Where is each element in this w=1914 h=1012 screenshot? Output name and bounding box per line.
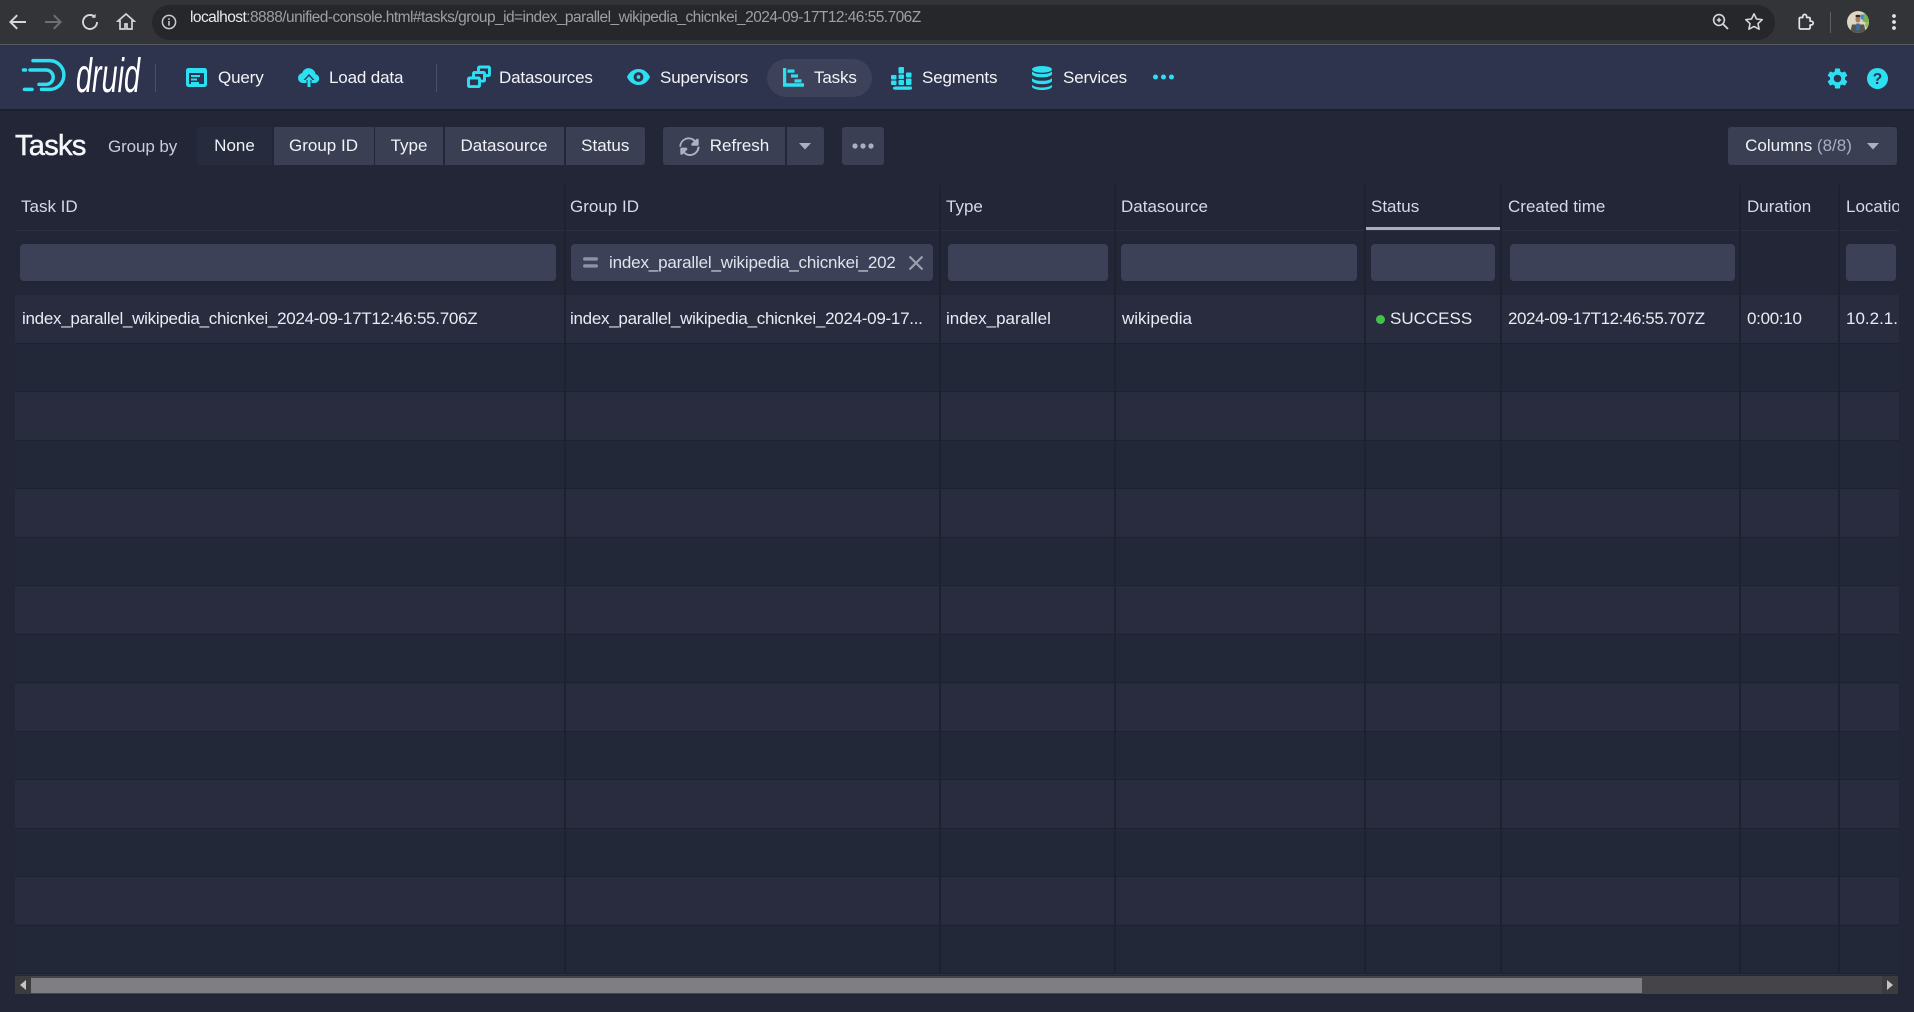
svg-text:?: ? xyxy=(1873,71,1882,88)
